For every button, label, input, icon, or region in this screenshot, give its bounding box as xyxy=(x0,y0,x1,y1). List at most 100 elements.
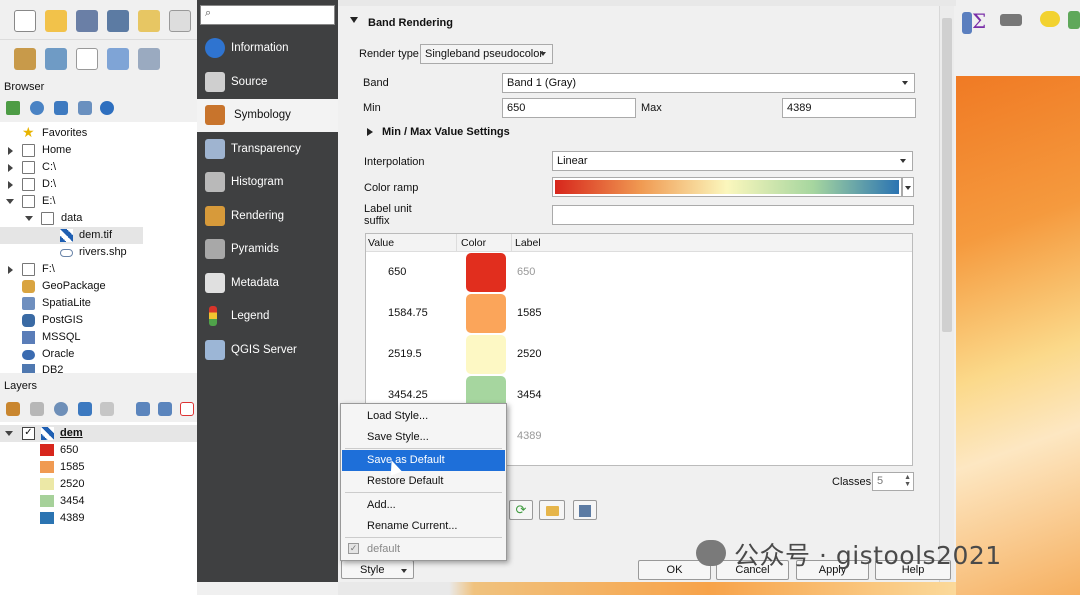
filter-icon[interactable] xyxy=(54,101,68,115)
properties-info-icon[interactable] xyxy=(100,101,114,115)
collapse-all-layers-icon[interactable] xyxy=(158,402,172,416)
row-color-swatch[interactable] xyxy=(466,294,506,333)
row-value[interactable]: 1584.75 xyxy=(388,307,428,319)
min-input[interactable]: 650 xyxy=(502,98,636,118)
menu-item-save-style[interactable]: Save Style... xyxy=(342,427,505,448)
edit-pen-icon[interactable] xyxy=(107,48,129,70)
label-unit-suffix-input[interactable] xyxy=(552,205,914,225)
expand-all-icon[interactable] xyxy=(136,402,150,416)
filter-expression-icon[interactable] xyxy=(100,402,114,416)
new-print-layout-icon[interactable] xyxy=(138,10,160,32)
menu-item-default[interactable]: default xyxy=(342,539,505,560)
table-row[interactable]: 2519.5 2520 xyxy=(366,334,912,375)
max-input[interactable]: 4389 xyxy=(782,98,916,118)
row-label[interactable]: 3454 xyxy=(517,389,541,401)
row-label[interactable]: 650 xyxy=(517,266,535,278)
annotation-icon[interactable] xyxy=(1068,11,1080,29)
column-header-color[interactable]: Color xyxy=(461,237,486,249)
tree-item-data[interactable]: data xyxy=(0,210,197,227)
spin-arrows-icon[interactable]: ▲ ▼ xyxy=(904,474,911,488)
collapse-section-icon[interactable] xyxy=(350,17,358,23)
band-select[interactable]: Band 1 (Gray) xyxy=(502,73,915,93)
collapse-arrow-icon[interactable] xyxy=(5,431,13,436)
row-color-swatch[interactable] xyxy=(466,253,506,292)
expand-arrow-icon[interactable] xyxy=(8,147,13,155)
sidebar-search-input[interactable]: ⌕ xyxy=(200,5,335,25)
remove-layer-icon[interactable] xyxy=(180,402,194,416)
collapse-all-icon[interactable] xyxy=(78,101,92,115)
row-label[interactable]: 1585 xyxy=(517,307,541,319)
column-header-label[interactable]: Label xyxy=(515,237,541,249)
map-canvas[interactable] xyxy=(956,76,1080,595)
menu-item-rename-current[interactable]: Rename Current... xyxy=(342,516,505,537)
collapse-arrow-icon[interactable] xyxy=(25,216,33,221)
sidebar-item-histogram[interactable]: Histogram xyxy=(197,166,338,199)
tree-item-db2[interactable]: DB2 xyxy=(0,362,197,373)
row-label[interactable]: 2520 xyxy=(517,348,541,360)
color-ramp-dropdown[interactable] xyxy=(902,177,914,197)
save-as-icon[interactable] xyxy=(107,10,129,32)
column-header-value[interactable]: Value xyxy=(368,237,394,249)
color-ramp-button[interactable] xyxy=(552,177,902,197)
minmax-section-title[interactable]: Min / Max Value Settings xyxy=(382,126,510,138)
add-layer-icon[interactable] xyxy=(45,48,67,70)
tree-item-favorites[interactable]: ★ Favorites xyxy=(0,124,197,142)
export-color-map-button[interactable] xyxy=(573,500,597,520)
save-project-icon[interactable] xyxy=(76,10,98,32)
row-value[interactable]: 650 xyxy=(388,266,406,278)
filter-legend-icon[interactable] xyxy=(78,402,92,416)
menu-item-add[interactable]: Add... xyxy=(342,495,505,516)
load-color-map-button[interactable] xyxy=(539,500,565,520)
plugin-icon[interactable] xyxy=(138,48,160,70)
row-value[interactable]: 3454.25 xyxy=(388,389,428,401)
menu-item-restore-default[interactable]: Restore Default xyxy=(342,471,505,492)
sigma-statistics-icon[interactable]: Σ xyxy=(972,9,986,33)
render-type-select[interactable]: Singleband pseudocolor xyxy=(420,44,553,64)
table-row[interactable]: 1584.75 1585 xyxy=(366,293,912,334)
expand-arrow-icon[interactable] xyxy=(8,164,13,172)
collapse-arrow-icon[interactable] xyxy=(6,199,14,204)
visibility-eye-icon[interactable] xyxy=(54,402,68,416)
new-project-icon[interactable] xyxy=(14,10,36,32)
add-selected-icon[interactable] xyxy=(6,101,20,115)
map-tips-icon[interactable] xyxy=(1040,11,1060,27)
reload-classes-button[interactable]: ⟳ xyxy=(509,500,533,520)
toolbar-icon[interactable] xyxy=(962,12,972,34)
sidebar-item-symbology[interactable]: Symbology xyxy=(197,99,338,132)
sidebar-item-rendering[interactable]: Rendering xyxy=(197,200,338,233)
sidebar-item-pyramids[interactable]: Pyramids xyxy=(197,233,338,266)
map-canvas-bottom[interactable] xyxy=(338,582,956,595)
tree-item-spatialite[interactable]: SpatiaLite xyxy=(0,295,197,312)
tree-item-e-drive[interactable]: E:\ xyxy=(0,193,197,210)
layer-visibility-checkbox[interactable]: ✓ xyxy=(22,427,35,440)
tree-item-dem-tif[interactable]: dem.tif xyxy=(0,227,143,244)
sidebar-item-information[interactable]: Information xyxy=(197,32,338,65)
tree-item-postgis[interactable]: PostGIS xyxy=(0,312,197,329)
layout-manager-icon[interactable] xyxy=(169,10,191,32)
tree-item-d-drive[interactable]: D:\ xyxy=(0,176,197,193)
tree-item-f-drive[interactable]: F:\ xyxy=(0,261,197,278)
scrollbar-thumb[interactable] xyxy=(942,18,952,332)
row-color-swatch[interactable] xyxy=(466,335,506,374)
menu-item-load-style[interactable]: Load Style... xyxy=(342,406,505,427)
menu-item-save-as-default[interactable]: Save as Default xyxy=(342,450,505,471)
tree-item-home[interactable]: Home xyxy=(0,142,197,159)
interpolation-select[interactable]: Linear xyxy=(552,151,913,171)
expand-arrow-icon[interactable] xyxy=(8,181,13,189)
tree-item-oracle[interactable]: Oracle xyxy=(0,346,197,363)
layer-styling-icon[interactable] xyxy=(6,402,20,416)
expand-section-icon[interactable] xyxy=(367,128,373,136)
tree-item-c-drive[interactable]: C:\ xyxy=(0,159,197,176)
sidebar-item-transparency[interactable]: Transparency xyxy=(197,133,338,166)
sidebar-item-qgis-server[interactable]: QGIS Server xyxy=(197,334,338,367)
digitize-icon[interactable] xyxy=(14,48,36,70)
expand-arrow-icon[interactable] xyxy=(8,266,13,274)
refresh-icon[interactable] xyxy=(30,101,44,115)
row-label[interactable]: 4389 xyxy=(517,430,541,442)
style-button[interactable]: Style xyxy=(341,560,414,579)
vector-icon[interactable] xyxy=(76,48,98,70)
tree-item-geopackage[interactable]: GeoPackage xyxy=(0,278,197,295)
sidebar-item-source[interactable]: Source xyxy=(197,66,338,99)
open-project-icon[interactable] xyxy=(45,10,67,32)
row-value[interactable]: 2519.5 xyxy=(388,348,422,360)
